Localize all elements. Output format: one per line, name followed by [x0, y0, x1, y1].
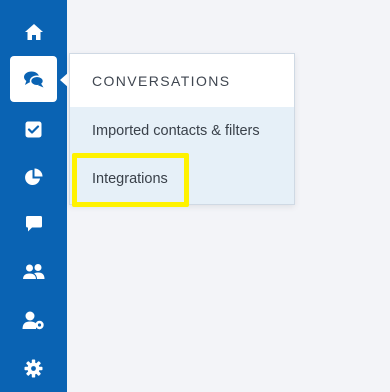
sidebar [0, 0, 67, 392]
nav-conversations[interactable] [10, 56, 57, 102]
users-icon [21, 263, 44, 280]
chat-icon [25, 216, 42, 232]
pie-chart-icon [25, 168, 43, 185]
conversations-submenu: CONVERSATIONS Imported contacts & filter… [69, 53, 295, 205]
nav-tasks[interactable] [10, 106, 57, 152]
conversations-icon [23, 71, 44, 87]
submenu-item-imported-contacts[interactable]: Imported contacts & filters [70, 107, 294, 155]
gear-icon [24, 359, 43, 377]
home-icon [24, 24, 43, 40]
submenu-title: CONVERSATIONS [70, 54, 294, 107]
nav-home[interactable] [10, 9, 57, 55]
nav-reports[interactable] [10, 154, 57, 200]
submenu-item-integrations[interactable]: Integrations [70, 155, 294, 203]
nav-chat[interactable] [10, 201, 57, 247]
checkbox-icon [25, 121, 42, 137]
submenu-pointer [60, 72, 69, 88]
app-window: CONVERSATIONS Imported contacts & filter… [0, 0, 390, 392]
nav-settings[interactable] [10, 345, 57, 391]
nav-contacts[interactable] [10, 248, 57, 294]
user-settings-icon [22, 311, 44, 329]
nav-user-settings[interactable] [10, 297, 57, 343]
